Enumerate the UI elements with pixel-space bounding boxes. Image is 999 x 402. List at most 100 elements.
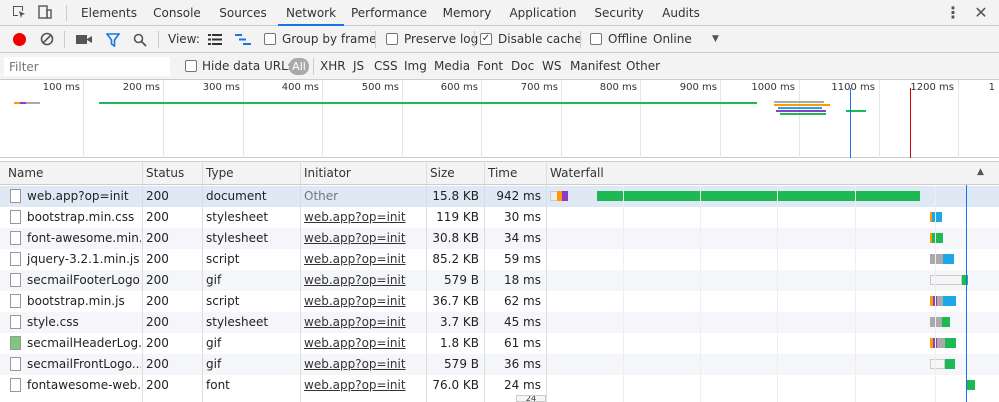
- tab-sources[interactable]: Sources: [212, 0, 274, 26]
- row-name: fontawesome-web...: [27, 378, 141, 392]
- table-row[interactable]: fontawesome-web... 200 font web.app?op=init…: [0, 375, 999, 396]
- tab-elements[interactable]: Elements: [76, 0, 142, 26]
- overview-tick-label: 700 ms: [520, 82, 558, 93]
- filter-input[interactable]: [4, 57, 170, 76]
- table-row[interactable]: bootstrap.min.css 200 stylesheet web.app?op…: [0, 207, 999, 228]
- row-initiator[interactable]: web.app?op=init: [300, 354, 424, 375]
- hide-data-urls-checkbox[interactable]: [185, 60, 197, 72]
- tab-memory[interactable]: Memory: [436, 0, 498, 26]
- table-row[interactable]: jquery-3.2.1.min.js 200 script web.app?op=i…: [0, 249, 999, 270]
- row-time: 942 ms: [496, 189, 541, 203]
- row-initiator[interactable]: web.app?op=init: [300, 249, 424, 270]
- waterfall-bar: [945, 359, 955, 369]
- row-initiator[interactable]: web.app?op=init: [300, 228, 424, 249]
- clear-icon[interactable]: [40, 32, 54, 46]
- tab-network[interactable]: Network: [278, 0, 344, 26]
- more-options-icon[interactable]: ⋮: [944, 4, 962, 22]
- sort-up-icon[interactable]: ▲: [977, 167, 984, 177]
- row-status: 200: [146, 357, 169, 371]
- filter-type-ws[interactable]: WS: [542, 53, 561, 80]
- waterfall-dom-content-loaded-line: [966, 185, 967, 402]
- toolbar-separator: [580, 31, 581, 48]
- network-overview-timeline[interactable]: 100 ms 200 ms 300 ms 400 ms 500 ms 600 m…: [0, 80, 999, 158]
- row-initiator[interactable]: web.app?op=init: [300, 207, 424, 228]
- filter-type-font[interactable]: Font: [477, 53, 503, 80]
- column-header-status[interactable]: Status: [142, 162, 202, 184]
- overview-tick-label: 1000 ms: [751, 82, 795, 93]
- tab-audits[interactable]: Audits: [656, 0, 706, 26]
- tab-console[interactable]: Console: [146, 0, 208, 26]
- inspect-element-icon[interactable]: [10, 4, 28, 22]
- row-time: 34 ms: [503, 231, 541, 245]
- filter-type-other[interactable]: Other: [626, 53, 660, 80]
- network-filter-bar: Hide data URLs All XHR JS CSS Img Media …: [0, 53, 999, 80]
- column-header-time[interactable]: Time: [484, 162, 546, 184]
- file-icon: [10, 189, 21, 203]
- column-header-type[interactable]: Type: [202, 162, 300, 184]
- preserve-log-checkbox[interactable]: [386, 33, 398, 45]
- waterfall-bar: [597, 191, 920, 201]
- column-header-waterfall[interactable]: Waterfall: [546, 162, 666, 184]
- toolbar-separator: [375, 31, 376, 48]
- table-row[interactable]: secmailFrontLogo... 200 gif web.app?op=init…: [0, 354, 999, 375]
- device-toolbar-icon[interactable]: [36, 4, 54, 22]
- filter-type-xhr[interactable]: XHR: [320, 53, 346, 80]
- column-header-initiator[interactable]: Initiator: [300, 162, 426, 184]
- row-initiator[interactable]: web.app?op=init: [300, 312, 424, 333]
- chevron-down-icon[interactable]: ▼: [712, 26, 719, 53]
- filter-type-js[interactable]: JS: [353, 53, 364, 80]
- table-row[interactable]: bootstrap.min.js 200 script web.app?op=init…: [0, 291, 999, 312]
- preserve-log-label: Preserve log: [404, 32, 479, 46]
- row-type: script: [206, 294, 240, 308]
- table-row[interactable]: secmailHeaderLog... 200 gif web.app?op=init…: [0, 333, 999, 354]
- tab-application[interactable]: Application: [506, 0, 580, 26]
- toolbar-separator: [474, 31, 475, 48]
- row-initiator[interactable]: web.app?op=init: [300, 291, 424, 312]
- row-name: jquery-3.2.1.min.js: [27, 252, 140, 266]
- row-time: 36 ms: [503, 357, 541, 371]
- table-row[interactable]: style.css 200 stylesheet web.app?op=init 3.7…: [0, 312, 999, 333]
- throttling-select[interactable]: Online: [653, 26, 692, 53]
- view-label: View:: [168, 32, 200, 46]
- file-icon: [10, 357, 21, 371]
- filter-type-manifest[interactable]: Manifest: [570, 53, 621, 80]
- filter-type-img[interactable]: Img: [404, 53, 427, 80]
- close-icon[interactable]: ✕: [972, 4, 990, 22]
- table-row[interactable]: secmailFooterLogo... 200 gif web.app?op=ini…: [0, 270, 999, 291]
- waterfall-bar: [962, 275, 968, 285]
- filter-icon[interactable]: [105, 33, 121, 48]
- screenshot-camera-icon[interactable]: [76, 34, 92, 45]
- large-rows-icon[interactable]: [208, 34, 222, 45]
- filter-type-all[interactable]: All: [289, 58, 309, 75]
- table-row[interactable]: font-awesome.min... 200 stylesheet web.app?…: [0, 228, 999, 249]
- table-row[interactable]: web.app?op=init 200 document Other 15.8 KB 94…: [0, 186, 999, 207]
- column-header-size[interactable]: Size: [426, 162, 484, 184]
- overview-waterfall-icon[interactable]: [235, 34, 251, 45]
- waterfall-bar: [930, 317, 942, 327]
- record-icon[interactable]: [13, 33, 26, 46]
- filter-type-media[interactable]: Media: [434, 53, 470, 80]
- row-status: 200: [146, 252, 169, 266]
- disable-cache-checkbox[interactable]: ✓: [480, 33, 492, 45]
- row-initiator[interactable]: web.app?op=init: [300, 375, 424, 396]
- tab-security[interactable]: Security: [590, 0, 648, 26]
- row-initiator[interactable]: web.app?op=init: [300, 270, 424, 291]
- row-size: 76.0 KB: [432, 378, 479, 392]
- row-type: gif: [206, 273, 222, 287]
- file-icon: [10, 315, 21, 329]
- tab-performance[interactable]: Performance: [346, 0, 432, 26]
- group-by-frame-checkbox[interactable]: [264, 33, 276, 45]
- row-size: 579 B: [444, 273, 479, 287]
- filter-type-css[interactable]: CSS: [374, 53, 398, 80]
- row-initiator[interactable]: web.app?op=init: [300, 333, 424, 354]
- waterfall-bar: [966, 380, 975, 390]
- overview-tick-label: 300 ms: [202, 82, 240, 93]
- row-status: 200: [146, 378, 169, 392]
- row-type: document: [206, 189, 267, 203]
- waterfall-bar: [942, 317, 950, 327]
- filter-type-doc[interactable]: Doc: [511, 53, 534, 80]
- row-type: font: [206, 378, 230, 392]
- search-icon[interactable]: [133, 33, 147, 47]
- offline-checkbox[interactable]: [590, 33, 602, 45]
- column-header-name[interactable]: Name: [4, 162, 142, 184]
